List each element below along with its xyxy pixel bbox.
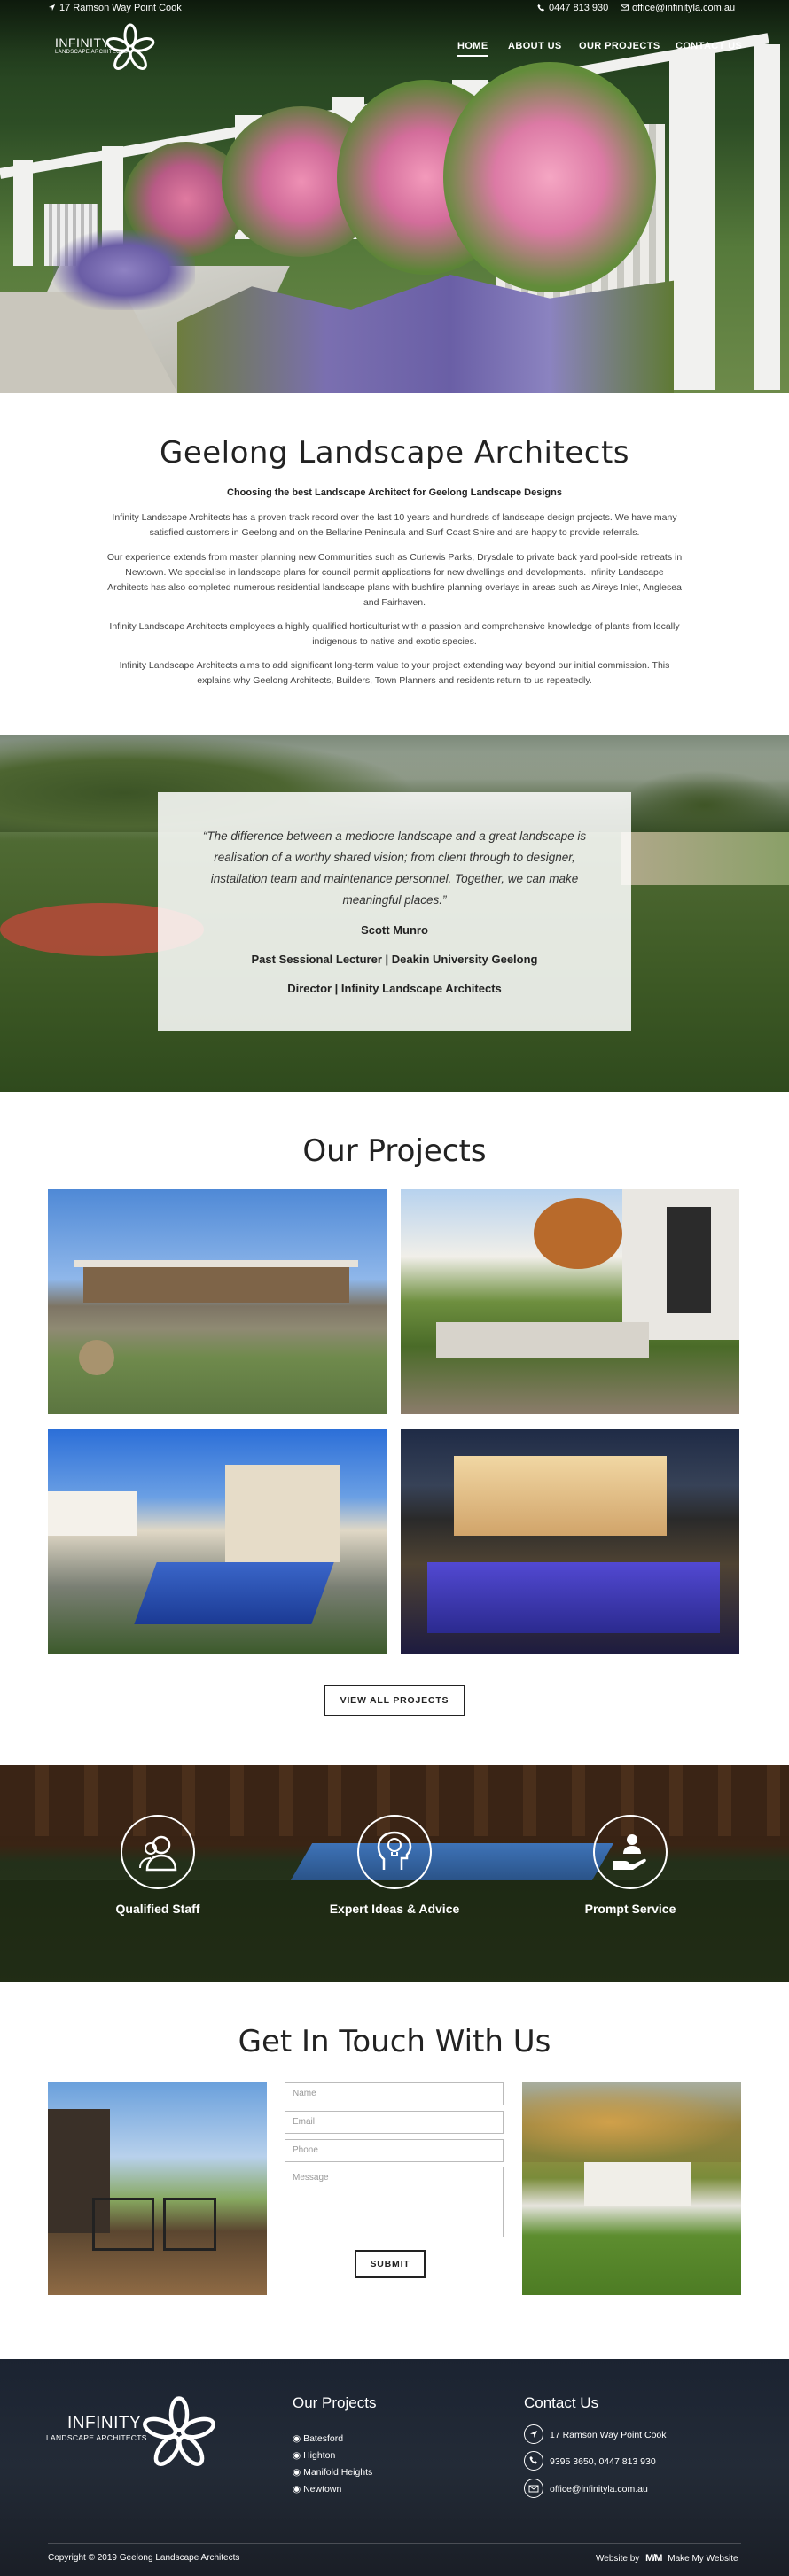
top-email-text: office@infinityla.com.au: [632, 3, 736, 13]
website-credit[interactable]: Website by M/M Make My Website: [596, 2553, 738, 2564]
nav-our-projects[interactable]: OUR PROJECTS: [579, 41, 660, 51]
footer-logo-subtitle: LANDSCAPE ARCHITECTS: [46, 2433, 147, 2442]
quote-box: “The difference between a mediocre lands…: [158, 792, 631, 1031]
eye-icon: ◉: [293, 2484, 304, 2494]
testimonial-section: “The difference between a mediocre lands…: [0, 735, 789, 1092]
service-label: Qualified Staff: [115, 1902, 200, 1916]
service-qualified-staff: Qualified Staff: [69, 1815, 246, 1916]
page-title: Geelong Landscape Architects: [160, 435, 629, 471]
eye-icon: ◉: [293, 2450, 304, 2461]
intro-subtitle: Choosing the best Landscape Architect fo…: [227, 487, 562, 498]
top-email[interactable]: office@infinityla.com.au: [621, 3, 735, 13]
site-logo[interactable]: INFINITY LANDSCAPE ARCHITECTS: [55, 23, 161, 74]
footer-project-link-text: Batesford: [303, 2433, 344, 2444]
envelope-icon: [524, 2479, 543, 2498]
intro-paragraph: Infinity Landscape Architects aims to ad…: [119, 660, 670, 686]
envelope-icon: [621, 4, 629, 11]
staff-icon: [121, 1815, 195, 1889]
flower-logo-icon: [143, 2396, 215, 2466]
site-footer: INFINITY LANDSCAPE ARCHITECTS Our Projec…: [0, 2359, 789, 2576]
hand-user-icon: [593, 1815, 668, 1889]
footer-project-link-text: Highton: [303, 2450, 336, 2461]
service-label: Expert Ideas & Advice: [329, 1902, 460, 1916]
copyright: Copyright © 2019 Geelong Landscape Archi…: [48, 2553, 240, 2563]
projects-title: Our Projects: [302, 1133, 487, 1169]
quote-author: Scott Munro: [361, 923, 428, 937]
submit-button[interactable]: SUBMIT: [355, 2250, 426, 2278]
quote-text: “The difference between a mediocre lands…: [202, 829, 587, 907]
phone-input[interactable]: Phone: [285, 2139, 504, 2162]
footer-address: 17 Ramson Way Point Cook: [550, 2430, 667, 2440]
top-phone[interactable]: 0447 813 930: [537, 3, 608, 13]
contact-image-left: [48, 2082, 267, 2295]
nav-home[interactable]: HOME: [457, 41, 488, 57]
contact-section: Get In Touch With Us Name Email Phone Me…: [0, 1982, 789, 2359]
message-textarea[interactable]: Message: [285, 2167, 504, 2237]
quote-role-1: Past Sessional Lecturer | Deakin Univers…: [251, 953, 538, 966]
service-label: Prompt Service: [584, 1902, 676, 1916]
top-bar: 17 Ramson Way Point Cook 0447 813 930 of…: [0, 0, 789, 16]
top-address-text: 17 Ramson Way Point Cook: [59, 3, 182, 13]
services-section: Qualified Staff Expert Ideas & Advice Pr…: [0, 1765, 789, 1982]
phone-icon: [537, 4, 545, 12]
footer-project-link[interactable]: ◉ Highton: [293, 2450, 335, 2461]
footer-logo-title: INFINITY: [67, 2414, 142, 2432]
footer-project-link[interactable]: ◉ Batesford: [293, 2433, 343, 2444]
project-image-3[interactable]: [48, 1429, 387, 1654]
flower-logo-icon: [105, 23, 155, 70]
top-address: 17 Ramson Way Point Cook: [48, 3, 182, 13]
location-arrow-icon: [48, 4, 56, 12]
footer-divider: [48, 2543, 741, 2544]
logo-title: INFINITY: [55, 35, 111, 50]
footer-contact-title: Contact Us: [524, 2394, 599, 2411]
eye-icon: ◉: [293, 2433, 304, 2444]
nav-about-us[interactable]: ABOUT US: [508, 41, 562, 51]
hero-section: 17 Ramson Way Point Cook 0447 813 930 of…: [0, 0, 789, 393]
view-all-projects-button[interactable]: VIEW ALL PROJECTS: [324, 1685, 465, 1716]
credit-name: Make My Website: [668, 2554, 738, 2564]
footer-email[interactable]: office@infinityla.com.au: [550, 2484, 648, 2494]
contact-title: Get In Touch With Us: [238, 2024, 551, 2059]
intro-paragraph: Our experience extends from master plann…: [106, 552, 683, 608]
intro-section: Geelong Landscape Architects Choosing th…: [0, 393, 789, 735]
footer-phones[interactable]: 9395 3650, 0447 813 930: [550, 2456, 656, 2467]
contact-image-right: [522, 2082, 741, 2295]
service-prompt-service: Prompt Service: [542, 1815, 719, 1916]
credit-prefix: Website by: [596, 2554, 640, 2564]
intro-paragraph: Infinity Landscape Architects has a prov…: [112, 512, 677, 538]
email-input[interactable]: Email: [285, 2111, 504, 2134]
top-phone-text: 0447 813 930: [549, 3, 609, 13]
footer-projects-title: Our Projects: [293, 2394, 377, 2411]
project-image-2[interactable]: [401, 1189, 739, 1414]
eye-icon: ◉: [293, 2467, 304, 2478]
project-image-1[interactable]: [48, 1189, 387, 1414]
footer-project-link[interactable]: ◉ Manifold Heights: [293, 2467, 372, 2478]
quote-role-2: Director | Infinity Landscape Architects: [287, 982, 502, 995]
intro-paragraph: Infinity Landscape Architects employees …: [109, 621, 680, 647]
service-expert-ideas: Expert Ideas & Advice: [306, 1815, 483, 1916]
location-icon: [524, 2424, 543, 2444]
project-image-4[interactable]: [401, 1429, 739, 1654]
nav-contact-us[interactable]: CONTACT US: [676, 41, 742, 51]
footer-project-link-text: Newtown: [303, 2484, 342, 2494]
footer-project-link[interactable]: ◉ Newtown: [293, 2484, 341, 2494]
footer-project-link-text: Manifold Heights: [303, 2467, 373, 2478]
lightbulb-head-icon: [357, 1815, 432, 1889]
footer-logo[interactable]: INFINITY LANDSCAPE ARCHITECTS: [46, 2394, 232, 2474]
phone-icon: [524, 2451, 543, 2471]
projects-section: Our Projects VIEW ALL PROJECTS: [0, 1092, 789, 1765]
name-input[interactable]: Name: [285, 2082, 504, 2105]
mmw-logo-icon: M/M: [645, 2553, 662, 2564]
